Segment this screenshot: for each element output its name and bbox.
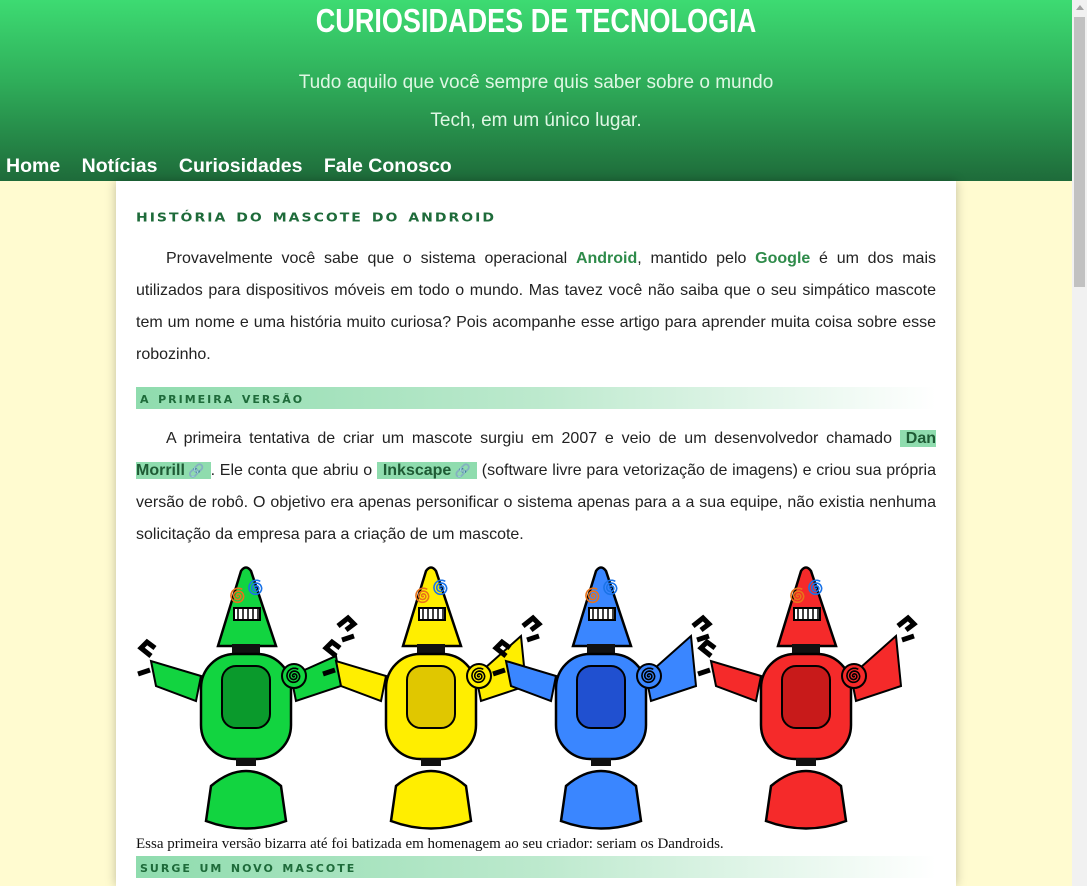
scrollbar-thumb[interactable] bbox=[1074, 17, 1085, 287]
site-title: CURIOSIDADES DE TECNOLOGIA bbox=[315, 2, 757, 39]
inkscape-link[interactable]: Inkscape 🔗 bbox=[376, 462, 478, 479]
main-nav: Home Notícias Curiosidades Fale Conosco bbox=[6, 155, 468, 178]
figure-caption: Essa primeira versão bizarra até foi bat… bbox=[136, 836, 724, 852]
section1-text-2: . Ele conta que abriu o bbox=[210, 462, 377, 479]
site-header: CURIOSIDADES DE TECNOLOGIA Tudo aquilo q… bbox=[0, 0, 1072, 181]
nav-curiosidades[interactable]: Curiosidades bbox=[179, 155, 303, 177]
intro-text-2: , mantido pelo bbox=[637, 250, 756, 267]
external-link-icon: 🔗 bbox=[454, 463, 472, 478]
article-title: História do mascote do android bbox=[136, 204, 497, 226]
nav-noticias[interactable]: Notícias bbox=[82, 155, 158, 177]
tagline-line-1: Tudo aquilo que você sempre quis saber s… bbox=[298, 72, 774, 93]
vertical-scrollbar[interactable] bbox=[1072, 0, 1087, 886]
red-dandroid bbox=[697, 566, 918, 830]
blue-dandroid bbox=[492, 566, 713, 830]
section1-paragraph: A primeira tentativa de criar um mascote… bbox=[136, 423, 936, 551]
intro-text-1: Provavelmente você sabe que o sistema op… bbox=[166, 250, 576, 267]
android-highlight: Android bbox=[575, 250, 638, 267]
tagline-line-2: Tech, em um único lugar. bbox=[430, 110, 642, 131]
scroll-up-arrow-icon[interactable] bbox=[1076, 5, 1084, 10]
intro-paragraph: Provavelmente você sabe que o sistema op… bbox=[136, 243, 936, 371]
site-tagline: Tudo aquilo que você sempre quis saber s… bbox=[290, 64, 782, 140]
nav-home[interactable]: Home bbox=[6, 155, 60, 177]
article-container: História do mascote do android Provavelm… bbox=[116, 181, 956, 886]
dandroids-illustration bbox=[137, 566, 918, 830]
green-dandroid bbox=[137, 566, 358, 830]
external-link-icon: 🔗 bbox=[187, 463, 205, 478]
section-heading-novo-mascote: surge um novo mascote bbox=[136, 856, 936, 878]
inkscape-label: Inkscape bbox=[382, 462, 452, 479]
section-heading-primeira-versao: a primeira versão bbox=[136, 387, 936, 409]
nav-fale-conosco[interactable]: Fale Conosco bbox=[324, 155, 452, 177]
google-highlight: Google bbox=[755, 250, 811, 267]
yellow-dandroid bbox=[322, 566, 543, 830]
section1-text-1: A primeira tentativa de criar um mascote… bbox=[166, 430, 900, 447]
